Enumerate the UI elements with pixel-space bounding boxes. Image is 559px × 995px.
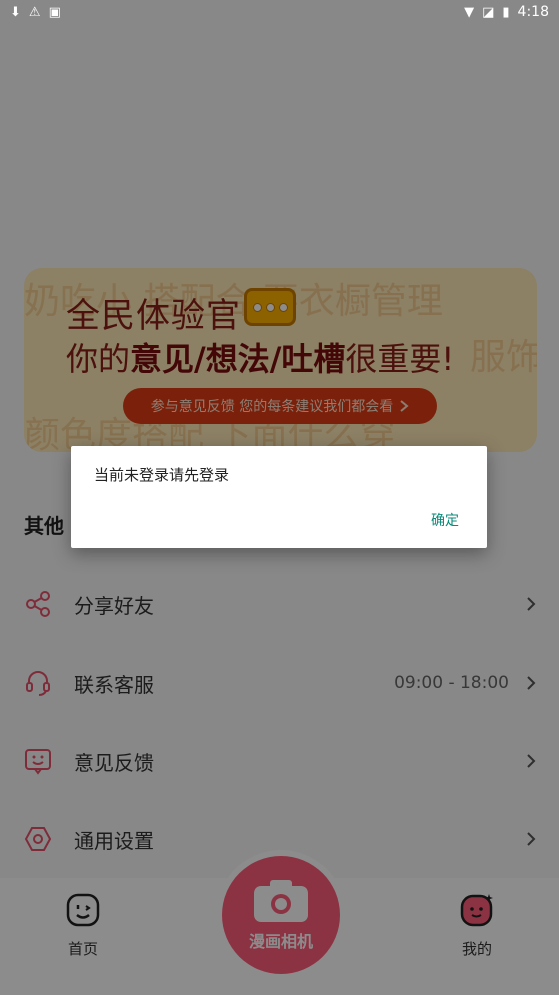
- wifi-icon: ▼: [464, 4, 475, 20]
- login-required-dialog: 当前未登录请先登录 确定: [71, 446, 487, 548]
- warning-icon: ⚠: [28, 4, 41, 20]
- download-icon: ⬇: [10, 4, 21, 20]
- dialog-message: 当前未登录请先登录: [94, 466, 230, 484]
- status-bar: ⬇ ⚠ ▣ ▼ ◪ ▮ 4:18: [0, 0, 559, 24]
- status-time: 4:18: [517, 4, 549, 20]
- no-sim-icon: ◪: [482, 4, 495, 20]
- dialog-confirm-button[interactable]: 确定: [431, 510, 459, 530]
- app-notification-icon: ▣: [48, 4, 61, 20]
- battery-icon: ▮: [502, 4, 510, 20]
